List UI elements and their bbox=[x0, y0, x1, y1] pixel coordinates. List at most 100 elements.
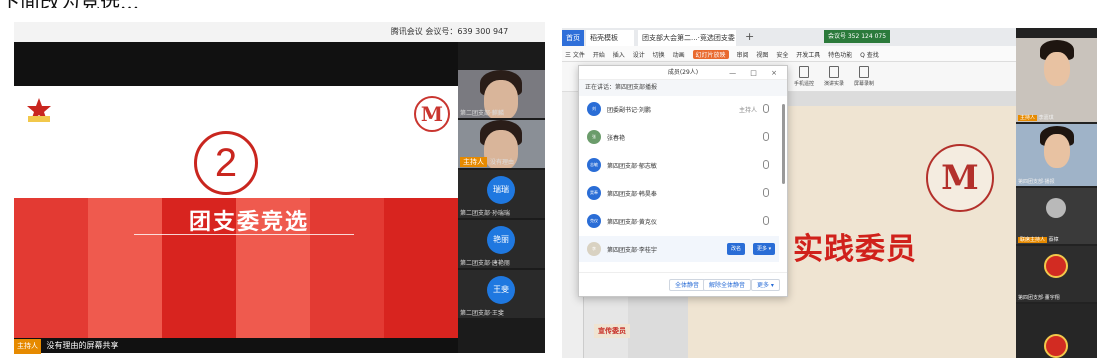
speaking-indicator: 正在讲话：第四团支部播报 bbox=[579, 80, 787, 96]
host-tag: 主持人 bbox=[460, 157, 487, 167]
member-avatar: 张 bbox=[587, 130, 601, 144]
member-row[interactable]: 昊奉 第四团支部·韩昊奉 bbox=[579, 180, 779, 206]
participant-avatar: 王斐 bbox=[487, 276, 515, 304]
member-avatar: 克仪 bbox=[587, 214, 601, 228]
menu-devtools[interactable]: 开发工具 bbox=[796, 50, 820, 59]
phone-icon bbox=[799, 66, 809, 78]
member-row[interactable]: 刘 团委副书记·刘鹏 主持人 bbox=[579, 96, 779, 122]
slide-title: 团支委竞选 bbox=[188, 210, 309, 235]
thumbnail-label: 宣传委员 bbox=[594, 324, 630, 338]
participant-name: 第二团支部·麒麟 bbox=[460, 110, 504, 117]
participant-name: 第四团支部·播报 bbox=[1018, 179, 1055, 185]
microphone-icon[interactable] bbox=[763, 160, 769, 169]
host-tag: 主持人 bbox=[14, 339, 41, 354]
rename-button[interactable]: 改名 bbox=[727, 243, 746, 255]
participant-tile[interactable] bbox=[1016, 304, 1097, 358]
microphone-icon[interactable] bbox=[763, 132, 769, 141]
mute-all-button[interactable]: 全体静音 bbox=[669, 279, 706, 291]
member-avatar: 刘 bbox=[587, 102, 601, 116]
participant-name: 蔡樟 bbox=[1048, 237, 1059, 243]
microphone-icon[interactable] bbox=[763, 216, 769, 225]
dialog-title: 成员(29人) bbox=[667, 69, 699, 76]
camera-icon bbox=[829, 66, 839, 78]
menu-transition[interactable]: 切换 bbox=[653, 50, 665, 59]
participant-tile[interactable]: 第四团支部·播报 bbox=[1016, 124, 1097, 186]
member-row[interactable]: 志敏 第四团支部·郁志敏 bbox=[579, 152, 779, 178]
tab-document[interactable]: 团支部大会第二...·竞选团支委 bbox=[638, 30, 736, 46]
menu-slideshow[interactable]: 幻灯片放映 bbox=[692, 50, 729, 59]
members-dialog: 成员(29人) — □ × 正在讲话：第四团支部播报 刘 团委副书记·刘鹏 主持… bbox=[578, 65, 788, 297]
dialog-scrollbar[interactable] bbox=[782, 104, 785, 184]
participant-tile[interactable]: 第二团支部·麒麟 bbox=[458, 70, 545, 118]
participant-name: 第二团支部·王斐 bbox=[460, 310, 504, 317]
menu-review[interactable]: 审阅 bbox=[736, 50, 748, 59]
member-row[interactable]: 李 第四团支部·李桂宇 改名 更多 ▾ bbox=[579, 236, 779, 262]
tab-home[interactable]: 首页 bbox=[562, 30, 584, 46]
host-tag: 主持人 bbox=[1018, 115, 1038, 121]
title-underline bbox=[134, 234, 354, 235]
participant-name: 第二团支部·唐艳丽 bbox=[460, 260, 510, 267]
school-emblem-icon: M bbox=[414, 96, 450, 132]
member-name: 第四团支部·郁志敏 bbox=[607, 163, 657, 170]
share-status-text: 没有理由的屏幕共享 bbox=[46, 341, 119, 350]
participant-avatar: 艳丽 bbox=[487, 226, 515, 254]
avatar bbox=[1046, 198, 1066, 218]
right-participant-tiles: 主持人 李嘉琪 第四团支部·播报 联席主持人 蔡樟 第四团支部·董宇翔 bbox=[1016, 28, 1097, 358]
member-row[interactable]: 张 张春艳 bbox=[579, 124, 779, 150]
participant-tile[interactable]: 主持人 李嘉琪 bbox=[1016, 38, 1097, 122]
slide-title: 实践委员 bbox=[793, 232, 917, 267]
member-name: 第四团支部·黄克仪 bbox=[607, 219, 657, 226]
participant-tile[interactable]: 艳丽 第二团支部·唐艳丽 bbox=[458, 220, 545, 268]
menu-start[interactable]: 开始 bbox=[593, 50, 605, 59]
unmute-all-button[interactable]: 解除全体静音 bbox=[703, 279, 752, 291]
window-controls-icon[interactable]: — □ × bbox=[729, 66, 783, 80]
member-name: 第四团支部·李桂宇 bbox=[607, 247, 657, 254]
participant-tile[interactable]: 联席主持人 蔡樟 bbox=[1016, 188, 1097, 244]
phone-remote-button[interactable]: 手机遥控 bbox=[790, 66, 818, 87]
participant-name: 李嘉琪 bbox=[1038, 115, 1054, 121]
slide-number: 2 bbox=[194, 131, 258, 195]
more-button[interactable]: 更多 ▾ bbox=[753, 243, 776, 255]
menu-features[interactable]: 特色功能 bbox=[828, 50, 852, 59]
menu-animation[interactable]: 动画 bbox=[673, 50, 685, 59]
participant-video bbox=[1044, 134, 1070, 168]
new-tab-icon[interactable]: + bbox=[745, 30, 754, 43]
youth-league-logo-icon bbox=[27, 98, 51, 122]
participant-tile[interactable]: 第四团支部·董宇翔 bbox=[1016, 246, 1097, 302]
school-emblem-icon: M bbox=[926, 144, 994, 212]
menu-search[interactable]: Q 查找 bbox=[860, 50, 879, 59]
tencent-meeting-window: 腾讯会议 会议号：639 300 947 M 2 团支委竞选 主持人 没有理由的… bbox=[14, 22, 545, 354]
menu-view[interactable]: 视图 bbox=[756, 50, 768, 59]
member-avatar: 志敏 bbox=[587, 158, 601, 172]
participant-name: 第四团支部·董宇翔 bbox=[1018, 295, 1060, 301]
menu-design[interactable]: 设计 bbox=[633, 50, 645, 59]
page-caption: 下面改为竞选... bbox=[0, 0, 560, 8]
tab-template[interactable]: 稻壳模板 bbox=[586, 30, 634, 46]
participant-tile[interactable]: 王斐 第二团支部·王斐 bbox=[458, 270, 545, 318]
member-name: 团委副书记·刘鹏 bbox=[607, 107, 651, 114]
microphone-icon[interactable] bbox=[763, 104, 769, 113]
menu-security[interactable]: 安全 bbox=[776, 50, 788, 59]
league-badge-icon bbox=[1044, 334, 1068, 358]
menu-file[interactable]: 三 文件 bbox=[565, 50, 585, 59]
participant-tile[interactable]: 主持人 没有理由 bbox=[458, 120, 545, 168]
wps-presentation-window: 首页 稻壳模板 团支部大会第二...·竞选团支委 + 会议号 352 124 0… bbox=[562, 28, 1097, 358]
footer-more-button[interactable]: 更多 ▾ bbox=[751, 279, 780, 291]
screenshot-root: 下面改为竞选... 腾讯会议 会议号：639 300 947 M 2 团支委竞选… bbox=[0, 0, 1097, 363]
meeting-id-badge: 会议号 352 124 075 bbox=[824, 30, 890, 43]
speech-record-button[interactable]: 演讲实录 bbox=[820, 66, 848, 87]
participant-tiles: 第二团支部·麒麟 主持人 没有理由 瑞瑞 第二团支部·孙瑞瑞 艳丽 第二团支部·唐… bbox=[458, 70, 545, 353]
member-avatar: 昊奉 bbox=[587, 186, 601, 200]
participant-tile[interactable]: 瑞瑞 第二团支部·孙瑞瑞 bbox=[458, 170, 545, 218]
participant-name: 没有理由 bbox=[490, 159, 515, 166]
participant-name: 第二团支部·孙瑞瑞 bbox=[460, 210, 510, 217]
dialog-footer: 全体静音 解除全体静音 更多 ▾ bbox=[579, 272, 787, 296]
member-row[interactable]: 克仪 第四团支部·黄克仪 bbox=[579, 208, 779, 234]
participant-video bbox=[1044, 52, 1070, 86]
menu-insert[interactable]: 插入 bbox=[613, 50, 625, 59]
screen-record-button[interactable]: 屏幕录制 bbox=[850, 66, 878, 87]
member-avatar: 李 bbox=[587, 242, 601, 256]
screen-share-bar: 主持人 没有理由的屏幕共享 bbox=[14, 338, 458, 354]
shared-slide: M 2 团支委竞选 bbox=[14, 86, 458, 338]
microphone-icon[interactable] bbox=[763, 188, 769, 197]
